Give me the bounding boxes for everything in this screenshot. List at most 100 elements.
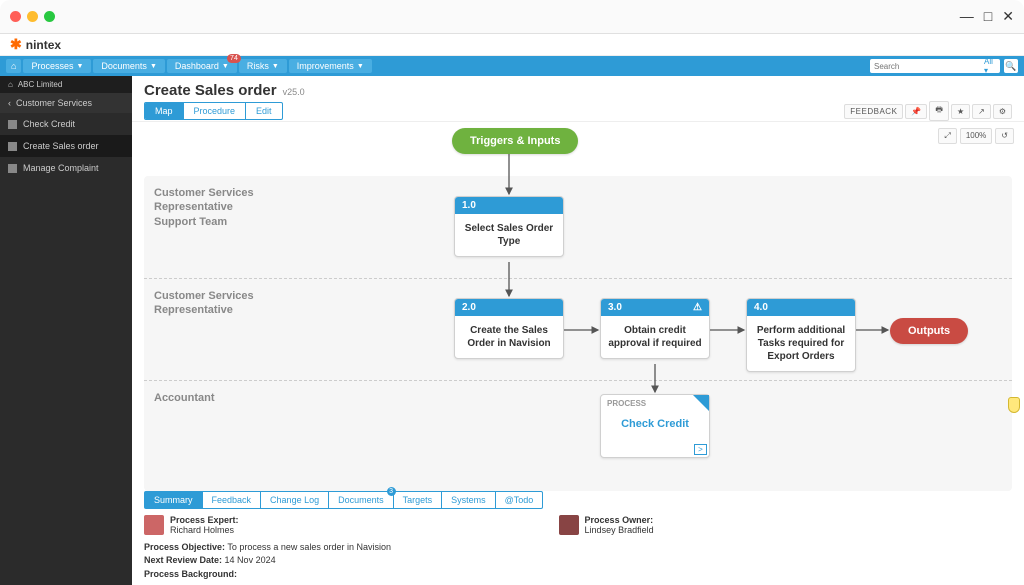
- search-box[interactable]: All ▾: [870, 59, 1000, 73]
- tab-procedure[interactable]: Procedure: [184, 103, 247, 119]
- sidebar-item-create-sales-order[interactable]: Create Sales order: [0, 135, 132, 157]
- nav-label: Processes: [31, 61, 73, 71]
- nav-label: Documents: [101, 61, 147, 71]
- search-button[interactable]: 🔍: [1004, 59, 1018, 73]
- folded-corner-icon: [693, 395, 709, 411]
- minimize-icon[interactable]: —: [960, 8, 974, 25]
- minimize-traffic-light[interactable]: [27, 11, 38, 22]
- pin-button[interactable]: 📌: [905, 104, 927, 119]
- page-title: Create Sales order: [144, 82, 277, 99]
- nav-processes[interactable]: Processes▼: [23, 59, 91, 73]
- lane-accountant: Accountant: [144, 380, 1012, 476]
- tab-summary[interactable]: Summary: [145, 492, 203, 508]
- node-perform-additional-tasks[interactable]: 4.0 Perform additional Tasks required fo…: [746, 298, 856, 372]
- zoom-reset-button[interactable]: ↺: [995, 128, 1014, 144]
- nav-dashboard[interactable]: Dashboard▼: [167, 59, 237, 73]
- node-number: 3.0: [608, 302, 622, 313]
- lightbulb-icon[interactable]: [1008, 397, 1020, 413]
- org-name: ABC Limited: [18, 80, 62, 89]
- chevron-left-icon: ‹: [8, 98, 11, 108]
- header-tools: FEEDBACK 📌 🖶 ★ ↗ ⚙: [844, 101, 1012, 121]
- node-text: Create the Sales Order in Navision: [455, 316, 563, 358]
- lane-support-team: Customer Services Representative Support…: [144, 176, 1012, 278]
- zoom-level[interactable]: 100%: [960, 128, 992, 144]
- tab-map[interactable]: Map: [145, 103, 184, 119]
- sidebar-item-manage-complaint[interactable]: Manage Complaint: [0, 157, 132, 179]
- dashboard-badge: 74: [227, 54, 241, 63]
- node-text: Obtain credit approval if required: [601, 316, 709, 358]
- sidebar-back[interactable]: ‹ Customer Services: [0, 93, 132, 113]
- sidebar-back-label: Customer Services: [16, 98, 92, 108]
- tab-systems[interactable]: Systems: [442, 492, 496, 508]
- maximize-icon[interactable]: □: [984, 8, 992, 25]
- feedback-button[interactable]: FEEDBACK: [844, 104, 903, 119]
- node-number: 1.0: [462, 200, 476, 211]
- node-text: Select Sales Order Type: [455, 214, 563, 256]
- org-selector[interactable]: ⌂ ABC Limited: [0, 76, 132, 93]
- sidebar-item-check-credit[interactable]: Check Credit: [0, 113, 132, 135]
- chevron-down-icon: ▼: [357, 63, 364, 70]
- nav-improvements[interactable]: Improvements▼: [289, 59, 372, 73]
- outputs-node[interactable]: Outputs: [890, 318, 968, 344]
- background-label: Process Background:: [144, 569, 237, 579]
- subprocess-title: Check Credit: [601, 408, 709, 444]
- sidebar-item-label: Manage Complaint: [23, 163, 99, 173]
- search-scope[interactable]: All ▾: [984, 57, 996, 75]
- objective-label: Process Objective:: [144, 542, 225, 552]
- main-content: Create Sales order v25.0 Map Procedure E…: [132, 76, 1024, 585]
- zoom-traffic-light[interactable]: [44, 11, 55, 22]
- owner-name: Lindsey Bradfield: [585, 525, 654, 535]
- tab-todo[interactable]: @Todo: [496, 492, 543, 508]
- tab-edit[interactable]: Edit: [246, 103, 282, 119]
- chevron-down-icon: ▼: [150, 63, 157, 70]
- home-icon: ⌂: [8, 80, 13, 89]
- document-icon: [8, 120, 17, 129]
- nav-label: Improvements: [297, 61, 354, 71]
- process-expert: Process Expert: Richard Holmes: [144, 515, 239, 535]
- tab-feedback[interactable]: Feedback: [203, 492, 262, 508]
- search-input[interactable]: [874, 62, 984, 71]
- view-tabs: Map Procedure Edit: [144, 102, 283, 120]
- process-owner: Process Owner: Lindsey Bradfield: [559, 515, 654, 535]
- node-create-sales-order-navision[interactable]: 2.0 Create the Sales Order in Navision: [454, 298, 564, 359]
- process-meta: Process Objective: To process a new sale…: [132, 541, 1024, 585]
- close-traffic-light[interactable]: [10, 11, 21, 22]
- avatar: [559, 515, 579, 535]
- document-icon: [8, 164, 17, 173]
- swimlanes: Customer Services Representative Support…: [144, 176, 1012, 491]
- brand-bar: nintex: [0, 34, 1024, 56]
- settings-button[interactable]: ⚙: [993, 104, 1012, 119]
- subprocess-check-credit[interactable]: PROCESS Check Credit >: [600, 394, 710, 458]
- close-icon[interactable]: ✕: [1002, 8, 1014, 25]
- lane-label: Accountant: [144, 381, 266, 476]
- print-button[interactable]: 🖶: [929, 101, 949, 121]
- tab-change-log[interactable]: Change Log: [261, 492, 329, 508]
- zoom-controls: ⤢ 100% ↺: [938, 128, 1014, 144]
- share-button[interactable]: ↗: [972, 104, 991, 119]
- subprocess-link-icon[interactable]: >: [694, 444, 707, 455]
- nav-home[interactable]: ⌂: [6, 59, 21, 73]
- brand-logo: nintex: [10, 36, 61, 53]
- document-icon: [8, 142, 17, 151]
- nav-risks[interactable]: Risks▼: [239, 59, 287, 73]
- sidebar-item-label: Create Sales order: [23, 141, 99, 151]
- chevron-down-icon: ▼: [272, 63, 279, 70]
- tab-targets[interactable]: Targets: [394, 492, 443, 508]
- review-label: Next Review Date:: [144, 555, 222, 565]
- top-nav: ⌂ Processes▼ Documents▼ Dashboard▼ 74 Ri…: [0, 56, 1024, 76]
- summary-section: Process Expert: Richard Holmes Process O…: [132, 509, 1024, 541]
- sidebar-item-label: Check Credit: [23, 119, 75, 129]
- process-canvas[interactable]: ⤢ 100% ↺ Triggers & Inputs Customer Serv…: [132, 122, 1024, 491]
- node-obtain-credit-approval[interactable]: 3.0⚠ Obtain credit approval if required: [600, 298, 710, 359]
- tab-documents[interactable]: Documents3: [329, 492, 394, 508]
- nav-documents[interactable]: Documents▼: [93, 59, 164, 73]
- avatar: [144, 515, 164, 535]
- favorite-button[interactable]: ★: [951, 104, 970, 119]
- node-select-sales-order-type[interactable]: 1.0 Select Sales Order Type: [454, 196, 564, 257]
- triggers-inputs-node[interactable]: Triggers & Inputs: [452, 128, 578, 154]
- zoom-fit-button[interactable]: ⤢: [938, 128, 956, 144]
- review-date: 14 Nov 2024: [225, 555, 276, 565]
- subtab-row: Map Procedure Edit FEEDBACK 📌 🖶 ★ ↗ ⚙: [132, 101, 1024, 122]
- node-number: 2.0: [462, 302, 476, 313]
- bottom-tabs: Summary Feedback Change Log Documents3 T…: [144, 491, 543, 509]
